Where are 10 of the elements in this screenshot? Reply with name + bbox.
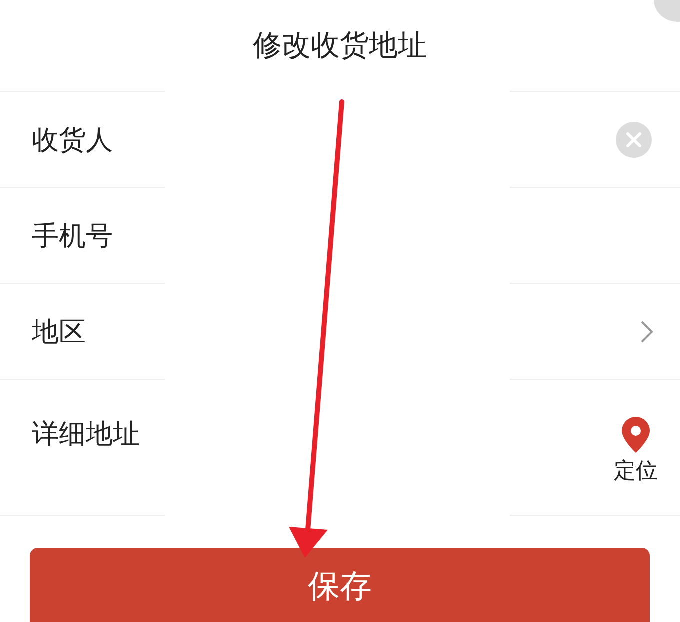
field-label: 收货人 bbox=[32, 124, 113, 158]
chevron-right-icon bbox=[640, 320, 654, 344]
field-label: 手机号 bbox=[32, 220, 113, 254]
field-label: 详细地址 bbox=[32, 418, 140, 452]
save-button[interactable]: 保存 bbox=[30, 548, 650, 622]
locate-button[interactable]: 定位 bbox=[614, 416, 658, 486]
clear-icon[interactable] bbox=[616, 122, 652, 158]
field-label: 地区 bbox=[32, 316, 86, 350]
location-pin-icon bbox=[619, 416, 653, 454]
page-title: 修改收货地址 bbox=[253, 27, 427, 64]
